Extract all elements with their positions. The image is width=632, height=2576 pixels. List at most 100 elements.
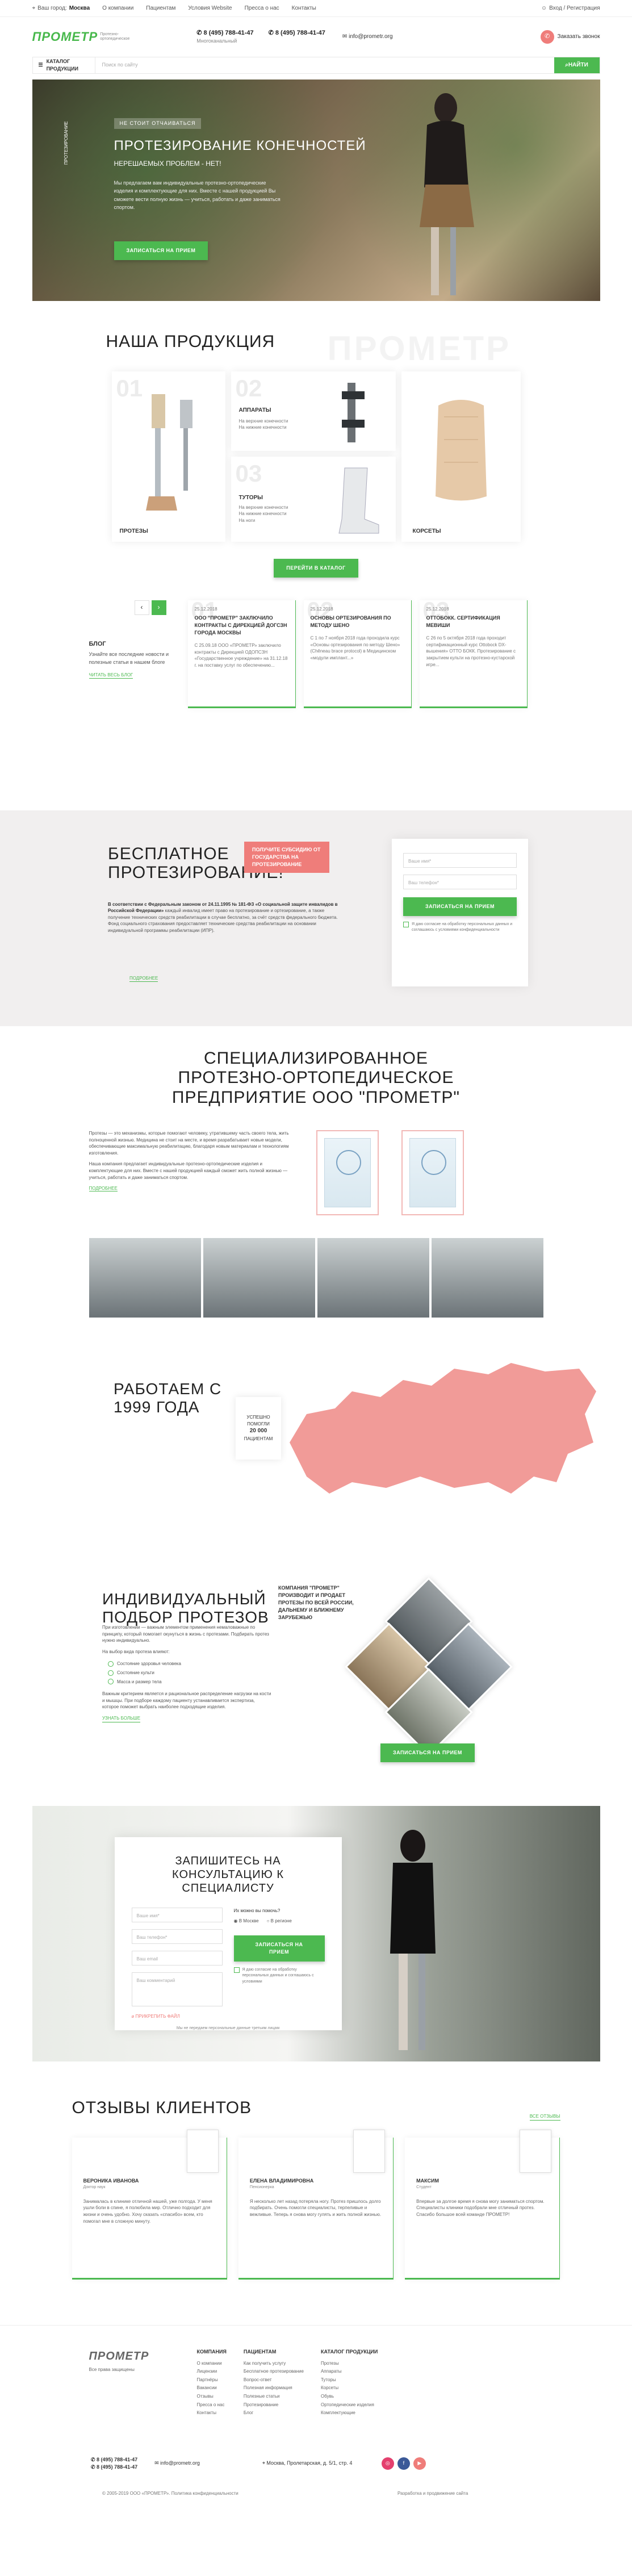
products-title: НАША ПРОДУКЦИЯ	[106, 332, 275, 351]
phone-1[interactable]: ✆ 8 (495) 788-41-47 Многоканальный	[196, 29, 253, 45]
footer-link[interactable]: Бесплатное протезирование	[244, 2368, 304, 2375]
instagram-icon[interactable]: ◎	[381, 2457, 394, 2470]
blog-card[interactable]: 03 25.12.2018 ОТТОБОКК. СЕРТИФИКАЦИЯ МЕВИШ…	[419, 597, 528, 708]
callback-button[interactable]: ✆ Заказать звонок	[540, 30, 600, 44]
free-form: Ваше имя* Ваш телефон* ЗАПИСАТЬСЯ НА ПРИ…	[392, 838, 528, 986]
attach-file-button[interactable]: ⌀ ПРИКРЕПИТЬ ФАЙЛ	[132, 2013, 223, 2020]
catalog-bar: ☰ КАТАЛОГ ПРОДУКЦИИ Поиск по сайту ⌕ НАЙТ…	[0, 57, 632, 74]
all-reviews-link[interactable]: ВСЕ ОТЗЫВЫ	[529, 2113, 560, 2121]
email-field[interactable]: Ваш email	[131, 1951, 223, 1966]
indiv-appointment-button[interactable]: ЗАПИСАТЬСЯ НА ПРИЕМ	[380, 1743, 475, 1763]
nav-link-website[interactable]: Условия Website	[188, 5, 232, 13]
footer-link[interactable]: Вакансии	[197, 2385, 227, 2391]
product-card-apparatus[interactable]: 02 АППАРАТЫ На верхние конечности На нижн…	[231, 371, 396, 451]
radio-region[interactable]: ○ В регионе	[267, 1918, 292, 1925]
footer-link[interactable]: Полезные статьи	[244, 2393, 304, 2400]
indiv-more-link[interactable]: УЗНАТЬ БОЛЬШЕ	[102, 1715, 141, 1722]
footer-link[interactable]: Пресса о нас	[197, 2402, 227, 2408]
logo[interactable]: ПРОМЕТР Протезно-ортопедическое	[32, 28, 130, 46]
reviews-title: ОТЗЫВЫ КЛИЕНТОВ	[72, 2098, 252, 2118]
footer-email[interactable]: ✉ info@prometr.org	[154, 2460, 200, 2467]
footer-link[interactable]: Вопрос-ответ	[244, 2377, 304, 2383]
prev-arrow-icon[interactable]: ‹	[134, 600, 149, 615]
footer-logo[interactable]: ПРОМЕТР	[89, 2348, 180, 2365]
hero-appointment-button[interactable]: ЗАПИСАТЬСЯ НА ПРИЕМ	[114, 241, 208, 261]
footer-link[interactable]: О компании	[197, 2360, 227, 2367]
youtube-icon[interactable]: ▶	[413, 2457, 426, 2470]
consent-checkbox[interactable]	[233, 1967, 240, 1973]
footer-link[interactable]: Аппараты	[321, 2368, 378, 2375]
footer-link[interactable]: Корсеты	[321, 2385, 378, 2391]
comment-field[interactable]: Ваш комментарий	[131, 1972, 223, 2007]
hero-tag: НЕ СТОИТ ОТЧАИВАТЬСЯ	[114, 118, 202, 129]
gallery-photo[interactable]	[317, 1238, 429, 1318]
footer-link[interactable]: Контакты	[197, 2410, 227, 2416]
footer-link[interactable]: Полезная информация	[244, 2385, 304, 2391]
footer-link[interactable]: Партнёры	[197, 2377, 227, 2383]
certificate-image[interactable]	[401, 1130, 464, 1216]
list-item: Состояние культи	[108, 1670, 273, 1676]
gallery-photo[interactable]	[89, 1238, 201, 1318]
review-card[interactable]: ВЕРОНИКА ИВАНОВА Доктор наук Занималась в …	[72, 2129, 227, 2280]
phone-field[interactable]: Ваш телефон*	[131, 1929, 223, 1944]
footer-phone-1[interactable]: ✆ 8 (495) 788-41-47	[91, 2456, 137, 2464]
about-more-link[interactable]: ПОДРОБНЕЕ	[89, 1186, 118, 1192]
footer-link[interactable]: Обувь	[321, 2393, 378, 2400]
consult-submit-button[interactable]: ЗАПИСАТЬСЯ НА ПРИЕМ	[233, 1935, 325, 1962]
footer-link[interactable]: Лицензии	[197, 2368, 227, 2375]
nav-link-press[interactable]: Пресса о нас	[245, 5, 279, 13]
footer-link[interactable]: Отзывы	[197, 2393, 227, 2400]
gallery-photo[interactable]	[203, 1238, 315, 1318]
gallery-photo[interactable]	[431, 1238, 543, 1318]
blog-card[interactable]: 02 25.12.2018 ОСНОВЫ ОРТЕЗИРОВАНИЯ ПО МЕТО…	[303, 597, 412, 708]
go-to-catalog-button[interactable]: ПЕРЕЙТИ В КАТАЛОГ	[274, 558, 358, 578]
footer-address: ⌖ Москва, Пролетарская, д. 5/1, стр. 4	[262, 2460, 353, 2466]
location-icon: ⌖	[32, 5, 36, 11]
review-document-image[interactable]	[186, 2129, 219, 2173]
hero-title: ПРОТЕЗИРОВАНИЕ КОНЕЧНОСТЕЙ	[114, 138, 366, 153]
footer-link[interactable]: Комплектующие	[321, 2410, 378, 2416]
footer-phone-2[interactable]: ✆ 8 (495) 788-41-47	[91, 2464, 137, 2471]
footer-link[interactable]: Туторы	[321, 2377, 378, 2383]
hero-banner: ПРОТЕЗИРОВАНИЕ НЕ СТОИТ ОТЧАИВАТЬСЯ ПРОТ…	[32, 80, 600, 301]
phone-field[interactable]: Ваш телефон*	[403, 874, 517, 889]
find-button[interactable]: ⌕ НАЙТИ	[554, 57, 600, 73]
map-title: РАБОТАЕМ С 1999 ГОДА	[114, 1380, 222, 1416]
product-card-tutors[interactable]: 03 ТУТОРЫ На верхние конечности На нижние…	[231, 456, 396, 542]
nav-link-patients[interactable]: Пациентам	[146, 5, 175, 13]
city-selector[interactable]: ⌖ Ваш город: Москва	[32, 5, 90, 13]
footer-link[interactable]: Блог	[244, 2410, 304, 2416]
product-card-prostheses[interactable]: 01 ПРОТЕЗЫ	[111, 371, 225, 542]
nav-link-contacts[interactable]: Контакты	[292, 5, 316, 13]
footer-link[interactable]: Протезирование	[244, 2402, 304, 2408]
paperclip-icon: ⌀	[131, 2014, 136, 2019]
next-arrow-icon[interactable]: ›	[151, 600, 166, 615]
free-submit-button[interactable]: ЗАПИСАТЬСЯ НА ПРИЕМ	[403, 897, 517, 916]
facebook-icon[interactable]: f	[397, 2457, 410, 2470]
review-card[interactable]: ЕЛЕНА ВЛАДИМИРОВНА Пенсионерка Я несколько…	[238, 2129, 394, 2280]
search-input[interactable]: Поиск по сайту	[95, 57, 554, 73]
free-more-link[interactable]: ПОДРОБНЕЕ	[129, 975, 158, 982]
phone-icon: ✆	[196, 29, 204, 36]
login-link[interactable]: ☺ Вход / Регистрация	[541, 5, 600, 13]
nav-link-about[interactable]: О компании	[102, 5, 133, 13]
footer-link[interactable]: Протезы	[321, 2360, 378, 2367]
email-link[interactable]: ✉ info@prometr.org	[342, 33, 393, 41]
developer-link[interactable]: Разработка и продвижение сайта	[397, 2490, 468, 2497]
review-document-image[interactable]	[520, 2129, 552, 2173]
name-field[interactable]: Ваше имя*	[131, 1908, 223, 1923]
radio-moscow[interactable]: ◉ В Москве	[234, 1918, 259, 1925]
bullet-icon	[108, 1670, 114, 1676]
product-card-corsets[interactable]: КОРСЕТЫ	[401, 371, 521, 542]
blog-card[interactable]: 01 25.12.2018 ООО "ПРОМЕТР" ЗАКЛЮЧИЛО КОНТ…	[187, 597, 296, 708]
consent-checkbox[interactable]	[403, 921, 409, 927]
catalog-button[interactable]: ☰ КАТАЛОГ ПРОДУКЦИИ	[33, 57, 95, 73]
phone-2[interactable]: ✆ 8 (495) 788-41-47	[269, 29, 325, 45]
name-field[interactable]: Ваше имя*	[403, 852, 517, 868]
review-card[interactable]: МАКСИМ Студент Впервые за долгое время я с…	[405, 2129, 560, 2280]
certificate-image[interactable]	[316, 1130, 379, 1216]
footer-link[interactable]: Ортопедические изделия	[321, 2402, 378, 2408]
footer-link[interactable]: Как получить услугу	[244, 2360, 304, 2367]
read-blog-link[interactable]: ЧИТАТЬ ВЕСЬ БЛОГ	[89, 672, 133, 679]
review-document-image[interactable]	[353, 2129, 386, 2173]
